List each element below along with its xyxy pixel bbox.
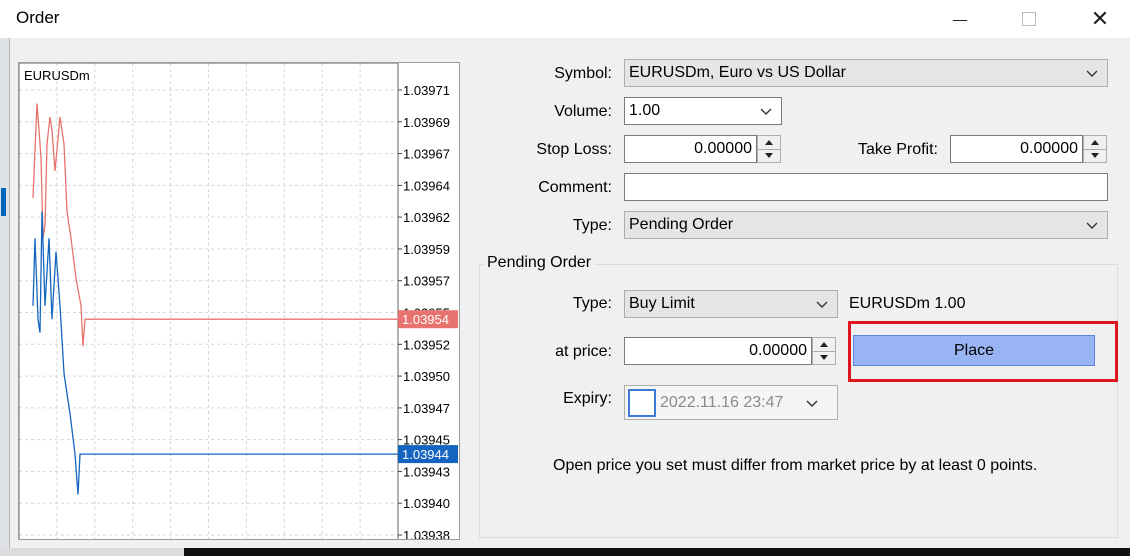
volume-combo[interactable]: 1.00	[624, 97, 782, 125]
price-tick-label: 1.03959	[403, 242, 450, 257]
background-window-strip	[0, 38, 10, 556]
spin-down-button[interactable]	[1084, 149, 1106, 162]
price-tick-label: 1.03964	[403, 178, 450, 193]
price-tick-label: 1.03952	[403, 337, 450, 352]
stoploss-value: 0.00000	[694, 140, 752, 157]
stoploss-spinner[interactable]	[757, 135, 781, 163]
price-value: 0.00000	[749, 342, 807, 359]
comment-label: Comment:	[538, 179, 612, 196]
spin-up-button[interactable]	[758, 136, 780, 150]
expiry-datetime[interactable]: 2022.11.16 23:47	[624, 385, 838, 420]
volume-label: Volume:	[554, 103, 612, 120]
comment-input[interactable]	[624, 173, 1108, 201]
ask-line	[32, 103, 398, 347]
price-tick-label: 1.03962	[403, 210, 450, 225]
arrow-up-icon	[1091, 140, 1099, 145]
expiry-value: 2022.11.16 23:47	[660, 394, 784, 411]
price-tick-label: 1.03943	[403, 464, 450, 479]
stoploss-label: Stop Loss:	[536, 141, 612, 158]
highlight-box	[848, 321, 1118, 382]
price-tick-label: 1.03969	[403, 115, 450, 130]
minimize-button[interactable]	[937, 0, 983, 38]
pending-order-group-label: Pending Order	[483, 254, 596, 272]
price-label: at price:	[555, 343, 612, 360]
ask-price-tag-label: 1.03954	[402, 312, 449, 327]
price-spinner[interactable]	[812, 337, 836, 365]
price-tick-label: 1.03938	[403, 528, 450, 540]
background-terminal-dark	[184, 548, 1130, 556]
arrow-up-icon	[765, 140, 773, 145]
bid-line	[32, 211, 398, 495]
takeprofit-spinner[interactable]	[1083, 135, 1107, 163]
symbol-select[interactable]: EURUSDm, Euro vs US Dollar	[624, 59, 1108, 87]
price-tick-label: 1.03971	[403, 83, 450, 98]
volume-value: 1.00	[629, 102, 661, 119]
type-label: Type:	[572, 217, 612, 234]
type-select[interactable]: Pending Order	[624, 211, 1108, 239]
spin-down-button[interactable]	[813, 351, 835, 364]
price-axis: 1.03971 1.03969 1.03967 1.03964 1.03962 1.039…	[398, 83, 458, 540]
chevron-down-icon	[760, 108, 772, 115]
close-button[interactable]: ✕	[1077, 0, 1123, 38]
background-marker	[1, 188, 6, 216]
symbol-value: EURUSDm, Euro vs US Dollar	[629, 64, 846, 81]
info-note: Open price you set must differ from mark…	[553, 457, 1038, 474]
chart-series	[32, 103, 398, 495]
maximize-button[interactable]	[1006, 0, 1052, 38]
pending-type-value: Buy Limit	[629, 295, 695, 312]
close-icon: ✕	[1090, 6, 1110, 31]
spin-up-button[interactable]	[1084, 136, 1106, 150]
minimize-icon	[953, 19, 967, 21]
window-title: Order	[16, 8, 60, 27]
stoploss-input[interactable]: 0.00000	[624, 135, 757, 163]
arrow-down-icon	[765, 153, 773, 158]
spin-up-button[interactable]	[813, 338, 835, 352]
takeprofit-value: 0.00000	[1020, 140, 1078, 157]
price-chart: 1.03971 1.03969 1.03967 1.03964 1.03962 1.039…	[18, 62, 460, 540]
arrow-down-icon	[1091, 153, 1099, 158]
price-tick-label: 1.03947	[403, 401, 450, 416]
price-tick-label: 1.03967	[403, 147, 450, 162]
price-input[interactable]: 0.00000	[624, 337, 812, 365]
takeprofit-label: Take Profit:	[857, 141, 938, 158]
pending-type-select[interactable]: Buy Limit	[624, 290, 838, 318]
chevron-down-icon	[1086, 222, 1098, 229]
price-tick-label: 1.03957	[403, 274, 450, 289]
order-summary: EURUSDm 1.00	[849, 295, 966, 312]
chevron-down-icon	[816, 301, 828, 308]
price-tick-label: 1.03940	[403, 496, 450, 511]
price-tick-label: 1.03950	[403, 369, 450, 384]
chart-svg: 1.03971 1.03969 1.03967 1.03964 1.03962 1.039…	[19, 63, 458, 540]
maximize-icon	[1022, 12, 1036, 26]
background-terminal-strip	[0, 548, 1130, 556]
arrow-down-icon	[820, 355, 828, 360]
chart-symbol-label: EURUSDm	[24, 68, 90, 83]
type-value: Pending Order	[629, 216, 734, 233]
takeprofit-input[interactable]: 0.00000	[950, 135, 1083, 163]
chevron-down-icon	[806, 400, 818, 407]
expiry-checkbox[interactable]	[628, 389, 656, 417]
arrow-up-icon	[820, 342, 828, 347]
title-bar: Order ✕	[0, 0, 1130, 38]
bid-price-tag-label: 1.03944	[402, 447, 449, 462]
spin-down-button[interactable]	[758, 149, 780, 162]
pending-type-label: Type:	[572, 295, 612, 312]
symbol-label: Symbol:	[554, 65, 612, 82]
expiry-label: Expiry:	[563, 390, 612, 407]
chevron-down-icon	[1086, 70, 1098, 77]
